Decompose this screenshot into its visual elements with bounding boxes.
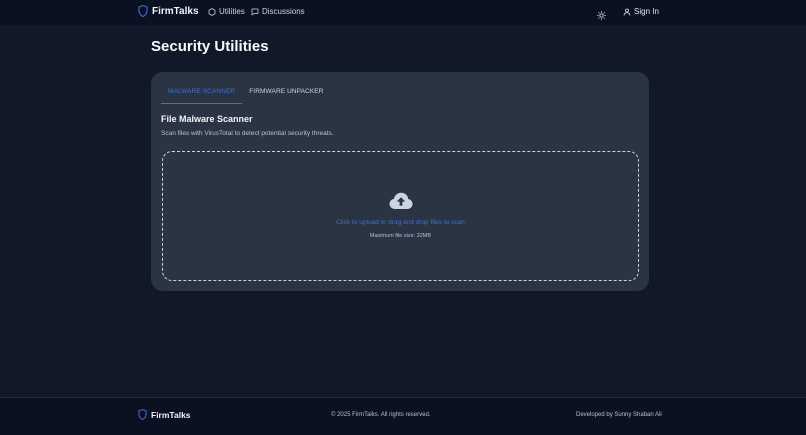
- upload-instructions: Click to upload or drag and drop files t…: [336, 219, 465, 226]
- developer-credit: Developed by Sunny Shaban Ali: [576, 412, 662, 418]
- brand-logo[interactable]: FirmTalks: [138, 5, 199, 17]
- utility-tabs: MALWARE SCANNER FIRMWARE UNPACKER: [161, 84, 331, 104]
- shield-icon: [138, 5, 148, 17]
- utilities-card: MALWARE SCANNER FIRMWARE UNPACKER File M…: [151, 72, 649, 291]
- upload-size-hint: Maximum file size: 32MB: [369, 233, 432, 239]
- chat-bubble-icon: [251, 8, 259, 15]
- hexagon-icon: [208, 7, 216, 16]
- tab-firmware-unpacker[interactable]: FIRMWARE UNPACKER: [242, 84, 330, 104]
- nav-utilities-label: Utilities: [219, 7, 245, 16]
- sign-in-button[interactable]: Sign In: [623, 7, 659, 16]
- brand-name: FirmTalks: [152, 5, 199, 17]
- theme-toggle-button[interactable]: [597, 7, 606, 20]
- footer-brand[interactable]: FirmTalks: [138, 409, 191, 420]
- top-navbar: FirmTalks Utilities Discussions Sign In: [0, 0, 806, 25]
- cloud-upload-icon: [389, 192, 413, 209]
- sign-in-label: Sign In: [634, 7, 659, 16]
- copyright-text: © 2025 FirmTalks. All rights reserved.: [331, 412, 431, 418]
- sun-icon: [597, 11, 606, 20]
- user-icon: [623, 8, 631, 16]
- page-title: Security Utilities: [151, 38, 269, 55]
- nav-discussions-link[interactable]: Discussions: [251, 7, 305, 16]
- scanner-description: Scan files with VirusTotal to detect pot…: [161, 130, 334, 137]
- page-footer: FirmTalks © 2025 FirmTalks. All rights r…: [0, 397, 806, 435]
- nav-utilities-link[interactable]: Utilities: [208, 7, 245, 16]
- nav-discussions-label: Discussions: [262, 7, 305, 16]
- shield-icon: [138, 409, 147, 420]
- footer-brand-name: FirmTalks: [151, 409, 191, 420]
- scanner-title: File Malware Scanner: [161, 114, 253, 124]
- file-upload-dropzone[interactable]: Click to upload or drag and drop files t…: [162, 151, 639, 281]
- tab-malware-scanner[interactable]: MALWARE SCANNER: [161, 84, 243, 104]
